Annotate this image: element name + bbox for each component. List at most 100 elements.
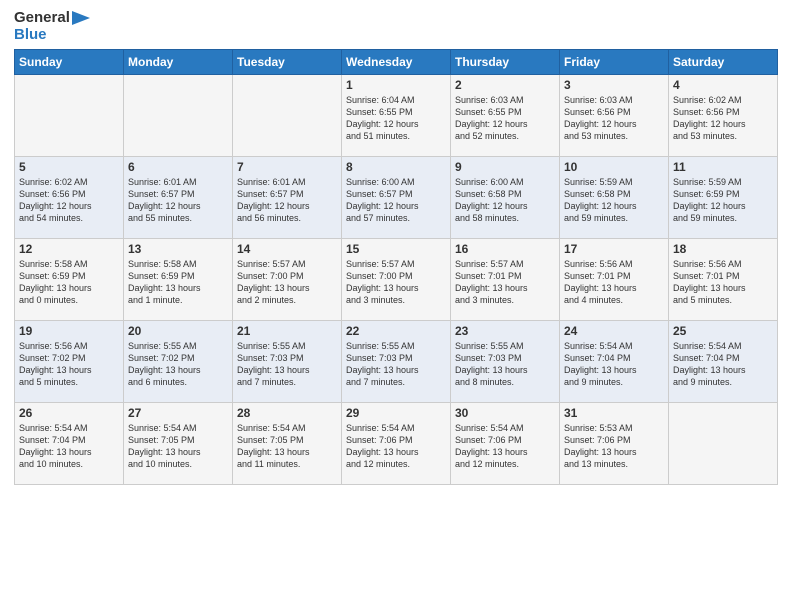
calendar-cell: 14 Sunrise: 5:57 AM Sunset: 7:00 PM Dayli… [233,239,342,321]
day-number: 6 [128,160,228,174]
day-number: 4 [673,78,773,92]
day-number: 20 [128,324,228,338]
calendar-week-4: 19 Sunrise: 5:56 AM Sunset: 7:02 PM Dayli… [15,321,778,403]
day-info: Sunrise: 5:57 AM Sunset: 7:01 PM Dayligh… [455,258,555,307]
calendar-cell: 6 Sunrise: 6:01 AM Sunset: 6:57 PM Daylig… [124,157,233,239]
day-info: Sunrise: 6:01 AM Sunset: 6:57 PM Dayligh… [237,176,337,225]
calendar-cell: 3 Sunrise: 6:03 AM Sunset: 6:56 PM Daylig… [560,75,669,157]
day-number: 2 [455,78,555,92]
day-info: Sunrise: 5:58 AM Sunset: 6:59 PM Dayligh… [128,258,228,307]
calendar-cell: 13Sunrise: 5:58 AM Sunset: 6:59 PM Dayli… [124,239,233,321]
calendar-cell: 18Sunrise: 5:56 AM Sunset: 7:01 PM Dayli… [669,239,778,321]
day-info: Sunrise: 5:57 AM Sunset: 7:00 PM Dayligh… [346,258,446,307]
calendar-cell: 20 Sunrise: 5:55 AM Sunset: 7:02 PM Dayli… [124,321,233,403]
day-info: Sunrise: 5:54 AM Sunset: 7:05 PM Dayligh… [237,422,337,471]
day-number: 1 [346,78,446,92]
calendar-cell: 16 Sunrise: 5:57 AM Sunset: 7:01 PM Dayli… [451,239,560,321]
day-info: Sunrise: 5:59 AM Sunset: 6:59 PM Dayligh… [673,176,773,225]
calendar-cell: 31Sunrise: 5:53 AM Sunset: 7:06 PM Dayli… [560,403,669,485]
header-thursday: Thursday [451,50,560,75]
day-number: 19 [19,324,119,338]
day-number: 3 [564,78,664,92]
calendar-cell [233,75,342,157]
day-number: 24 [564,324,664,338]
day-info: Sunrise: 6:03 AM Sunset: 6:55 PM Dayligh… [455,94,555,143]
header-sunday: Sunday [15,50,124,75]
calendar-cell [669,403,778,485]
day-info: Sunrise: 6:00 AM Sunset: 6:57 PM Dayligh… [346,176,446,225]
calendar-cell: 19 Sunrise: 5:56 AM Sunset: 7:02 PM Dayli… [15,321,124,403]
calendar-cell: 30 Sunrise: 5:54 AM Sunset: 7:06 PM Dayli… [451,403,560,485]
header-tuesday: Tuesday [233,50,342,75]
day-info: Sunrise: 6:00 AM Sunset: 6:58 PM Dayligh… [455,176,555,225]
day-info: Sunrise: 5:54 AM Sunset: 7:06 PM Dayligh… [346,422,446,471]
day-info: Sunrise: 6:01 AM Sunset: 6:57 PM Dayligh… [128,176,228,225]
header-saturday: Saturday [669,50,778,75]
day-info: Sunrise: 5:57 AM Sunset: 7:00 PM Dayligh… [237,258,337,307]
day-number: 22 [346,324,446,338]
day-info: Sunrise: 5:55 AM Sunset: 7:02 PM Dayligh… [128,340,228,389]
day-number: 29 [346,406,446,420]
day-number: 23 [455,324,555,338]
calendar-cell: 9 Sunrise: 6:00 AM Sunset: 6:58 PM Daylig… [451,157,560,239]
day-number: 10 [564,160,664,174]
day-info: Sunrise: 5:58 AM Sunset: 6:59 PM Dayligh… [19,258,119,307]
day-info: Sunrise: 5:53 AM Sunset: 7:06 PM Dayligh… [564,422,664,471]
calendar-cell: 29 Sunrise: 5:54 AM Sunset: 7:06 PM Dayli… [342,403,451,485]
calendar-cell: 2 Sunrise: 6:03 AM Sunset: 6:55 PM Daylig… [451,75,560,157]
calendar-week-2: 5 Sunrise: 6:02 AM Sunset: 6:56 PM Daylig… [15,157,778,239]
day-info: Sunrise: 5:54 AM Sunset: 7:04 PM Dayligh… [673,340,773,389]
calendar-cell: 12 Sunrise: 5:58 AM Sunset: 6:59 PM Dayli… [15,239,124,321]
day-info: Sunrise: 5:56 AM Sunset: 7:02 PM Dayligh… [19,340,119,389]
day-info: Sunrise: 5:55 AM Sunset: 7:03 PM Dayligh… [455,340,555,389]
day-number: 11 [673,160,773,174]
day-number: 12 [19,242,119,256]
logo-flag-icon [72,11,90,25]
day-info: Sunrise: 6:02 AM Sunset: 6:56 PM Dayligh… [673,94,773,143]
calendar-cell: 4 Sunrise: 6:02 AM Sunset: 6:56 PM Daylig… [669,75,778,157]
day-info: Sunrise: 5:55 AM Sunset: 7:03 PM Dayligh… [237,340,337,389]
calendar-week-5: 26 Sunrise: 5:54 AM Sunset: 7:04 PM Dayli… [15,403,778,485]
calendar-cell: 24Sunrise: 5:54 AM Sunset: 7:04 PM Dayli… [560,321,669,403]
logo-text-block: General Blue [14,10,90,43]
day-number: 26 [19,406,119,420]
calendar-cell: 15 Sunrise: 5:57 AM Sunset: 7:00 PM Dayli… [342,239,451,321]
calendar-cell: 1Sunrise: 6:04 AM Sunset: 6:55 PM Daylig… [342,75,451,157]
day-number: 5 [19,160,119,174]
calendar-table: SundayMondayTuesdayWednesdayThursdayFrid… [14,49,778,485]
calendar-cell: 17 Sunrise: 5:56 AM Sunset: 7:01 PM Dayli… [560,239,669,321]
day-number: 7 [237,160,337,174]
day-info: Sunrise: 5:56 AM Sunset: 7:01 PM Dayligh… [564,258,664,307]
calendar-cell: 21 Sunrise: 5:55 AM Sunset: 7:03 PM Dayli… [233,321,342,403]
calendar-cell: 23 Sunrise: 5:55 AM Sunset: 7:03 PM Dayli… [451,321,560,403]
header-friday: Friday [560,50,669,75]
day-info: Sunrise: 6:03 AM Sunset: 6:56 PM Dayligh… [564,94,664,143]
day-number: 9 [455,160,555,174]
day-info: Sunrise: 5:54 AM Sunset: 7:06 PM Dayligh… [455,422,555,471]
day-number: 30 [455,406,555,420]
calendar-cell: 27Sunrise: 5:54 AM Sunset: 7:05 PM Dayli… [124,403,233,485]
logo-blue: Blue [14,27,47,44]
day-number: 28 [237,406,337,420]
day-number: 21 [237,324,337,338]
calendar-cell [15,75,124,157]
calendar-cell: 5 Sunrise: 6:02 AM Sunset: 6:56 PM Daylig… [15,157,124,239]
calendar-header-row: SundayMondayTuesdayWednesdayThursdayFrid… [15,50,778,75]
day-number: 17 [564,242,664,256]
page-header: General Blue [14,10,778,43]
day-number: 15 [346,242,446,256]
day-number: 16 [455,242,555,256]
day-info: Sunrise: 5:59 AM Sunset: 6:58 PM Dayligh… [564,176,664,225]
calendar-cell: 8Sunrise: 6:00 AM Sunset: 6:57 PM Daylig… [342,157,451,239]
logo: General Blue [14,10,90,43]
day-info: Sunrise: 5:56 AM Sunset: 7:01 PM Dayligh… [673,258,773,307]
day-info: Sunrise: 6:02 AM Sunset: 6:56 PM Dayligh… [19,176,119,225]
calendar-cell: 7 Sunrise: 6:01 AM Sunset: 6:57 PM Daylig… [233,157,342,239]
calendar-cell: 28 Sunrise: 5:54 AM Sunset: 7:05 PM Dayli… [233,403,342,485]
calendar-cell: 11 Sunrise: 5:59 AM Sunset: 6:59 PM Dayli… [669,157,778,239]
calendar-cell [124,75,233,157]
header-monday: Monday [124,50,233,75]
calendar-cell: 10 Sunrise: 5:59 AM Sunset: 6:58 PM Dayli… [560,157,669,239]
day-info: Sunrise: 5:54 AM Sunset: 7:04 PM Dayligh… [19,422,119,471]
day-number: 14 [237,242,337,256]
